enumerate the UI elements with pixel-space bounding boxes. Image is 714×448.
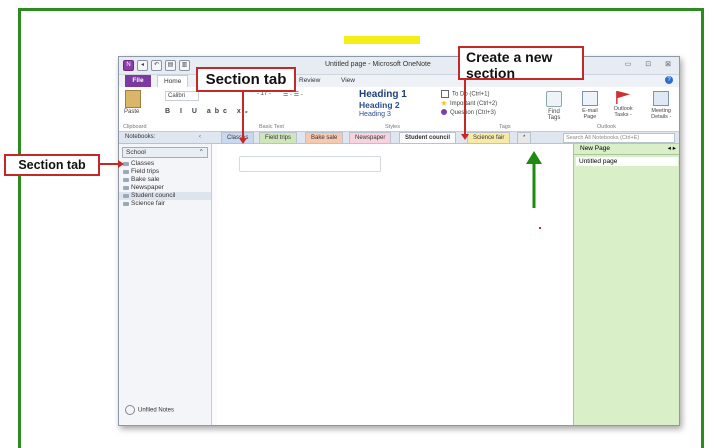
section-tab-classes[interactable]: Classes — [221, 132, 255, 143]
nav-section-science-fair[interactable]: Science fair — [119, 200, 211, 208]
email-page-label: E-mail Page — [582, 108, 598, 120]
calendar-icon — [653, 91, 670, 106]
find-tags-button[interactable]: Find Tags — [543, 91, 565, 121]
find-tags-label: Find Tags — [547, 109, 561, 121]
outlook-group: E-mail Page Outlook Tasks - Meeting Deta… — [577, 91, 679, 120]
format-buttons[interactable]: B I U abc x₂ — [165, 108, 252, 115]
section-tab-newspaper[interactable]: Newspaper — [349, 132, 392, 143]
create-section-callout: Create a new section — [458, 46, 584, 81]
search-input[interactable]: Search All Notebooks (Ctrl+E) — [563, 133, 675, 143]
notebook-school[interactable]: School ⌃ — [122, 147, 208, 158]
checkbox-icon — [441, 90, 449, 98]
styles-gallery[interactable]: Heading 1 Heading 2 Heading 3 — [359, 89, 425, 119]
collapse-notebooks-icon[interactable]: ‹ — [199, 134, 201, 140]
nav-section-classes[interactable]: Classes — [119, 160, 211, 168]
meeting-details-button[interactable]: Meeting Details - — [643, 91, 679, 120]
page-pane-arrows-icon[interactable]: ◂ ▸ — [668, 144, 676, 154]
notebook-name: School — [126, 149, 146, 156]
outlook-group-label: Outlook — [597, 124, 616, 130]
highlight-mark — [344, 36, 420, 44]
clipboard-group-label: Clipboard — [123, 124, 147, 130]
dock-icon[interactable]: ▤ — [165, 60, 176, 71]
green-arrow-icon — [526, 151, 542, 208]
styles-group-label: Styles — [385, 124, 400, 130]
nav-section-student-council[interactable]: Student council — [119, 192, 211, 200]
heading-3-style[interactable]: Heading 3 — [359, 110, 425, 119]
onenote-window: N ◂ ↶ ▤ ▥ Untitled page - Microsoft OneN… — [118, 56, 680, 426]
onenote-logo-icon[interactable]: N — [123, 60, 134, 71]
tag-question[interactable]: Question (Ctrl+3) — [441, 109, 497, 118]
nav-section-newspaper[interactable]: Newspaper — [119, 184, 211, 192]
window-title: Untitled page - Microsoft OneNote — [325, 61, 431, 68]
tags-group-label: Tags — [499, 124, 511, 130]
window-controls: ▭ ⊡ ⊠ — [625, 60, 671, 68]
unfiled-notes-label: Unfiled Notes — [138, 407, 175, 414]
email-icon — [581, 91, 598, 106]
tag-important[interactable]: Important (Ctrl+2) — [441, 100, 497, 109]
undo-icon[interactable]: ↶ — [151, 60, 162, 71]
outlook-tasks-button[interactable]: Outlook Tasks - — [607, 91, 640, 120]
page-list-item[interactable]: Untitled page — [576, 157, 678, 166]
page-canvas[interactable] — [217, 144, 573, 425]
nav-section-bake-sale[interactable]: Bake sale — [119, 176, 211, 184]
close-icon[interactable]: ⊠ — [665, 60, 671, 68]
heading-2-style[interactable]: Heading 2 — [359, 100, 425, 110]
find-tags-icon — [546, 91, 562, 107]
tab-review[interactable]: Review — [299, 77, 320, 84]
basic-text-group-label: Basic Text — [259, 124, 284, 130]
page-pane: New Page ◂ ▸ Untitled page — [573, 144, 679, 425]
new-page-label: New Page — [580, 145, 610, 152]
section-tab-callout-top: Section tab — [196, 67, 296, 92]
notebook-pane: School ⌃ Classes Field trips Bake sale N… — [119, 144, 212, 425]
tag-todo[interactable]: To Do (Ctrl+1) — [441, 90, 497, 100]
meeting-details-label: Meeting Details - — [651, 108, 672, 120]
quick-access-toolbar: N ◂ ↶ ▤ ▥ — [123, 60, 190, 71]
tab-view[interactable]: View — [341, 77, 355, 84]
ribbon: Paste Clipboard Calibri - 17 - B I U abc… — [119, 87, 679, 132]
paste-button[interactable]: Paste — [124, 109, 139, 115]
section-tab-student-council[interactable]: Student council — [399, 132, 456, 143]
heading-1-style[interactable]: Heading 1 — [359, 89, 425, 100]
unfiled-notes-icon — [125, 405, 135, 415]
help-icon[interactable]: ? — [665, 76, 673, 84]
back-icon[interactable]: ◂ — [137, 60, 148, 71]
list-buttons[interactable]: ☰ - ☰ - — [283, 91, 303, 98]
fullpage-icon[interactable]: ▥ — [179, 60, 190, 71]
marker-dot — [539, 227, 541, 229]
outlook-tasks-label: Outlook Tasks - — [613, 106, 633, 118]
notebooks-label: Notebooks: — [125, 134, 156, 140]
flag-icon — [616, 91, 631, 104]
question-icon — [441, 109, 447, 115]
paste-icon[interactable] — [125, 90, 141, 108]
callout-line-top — [242, 90, 244, 140]
tag-todo-label: To Do (Ctrl+1) — [452, 91, 490, 98]
tab-file[interactable]: File — [125, 75, 151, 87]
section-tab-field-trips[interactable]: Field trips — [259, 132, 298, 143]
tags-gallery[interactable]: To Do (Ctrl+1) Important (Ctrl+2) Questi… — [441, 90, 497, 118]
new-page-button[interactable]: New Page ◂ ▸ — [574, 144, 679, 155]
new-section-tab[interactable]: * — [517, 132, 532, 143]
maximize-icon[interactable]: ⊡ — [645, 60, 651, 68]
section-tab-science-fair[interactable]: Science fair — [467, 132, 511, 143]
section-tab-callout-left: Section tab — [4, 154, 100, 176]
minimize-icon[interactable]: ▭ — [625, 60, 632, 68]
section-tab-bar: Notebooks: ‹ Classes Field trips Bake sa… — [119, 132, 679, 144]
tag-important-label: Important (Ctrl+2) — [450, 100, 498, 107]
section-tab-bake-sale[interactable]: Bake sale — [305, 132, 344, 143]
callout-line-right — [464, 80, 466, 136]
email-page-button[interactable]: E-mail Page — [577, 91, 603, 120]
unfiled-notes[interactable]: Unfiled Notes — [125, 405, 174, 415]
nav-section-field-trips[interactable]: Field trips — [119, 168, 211, 176]
chevron-up-icon[interactable]: ⌃ — [199, 148, 204, 157]
tag-question-label: Question (Ctrl+3) — [450, 109, 496, 116]
page-title-input[interactable] — [239, 156, 381, 172]
star-icon — [441, 100, 447, 106]
callout-line-left — [98, 163, 120, 165]
font-name-select[interactable]: Calibri — [165, 91, 199, 101]
